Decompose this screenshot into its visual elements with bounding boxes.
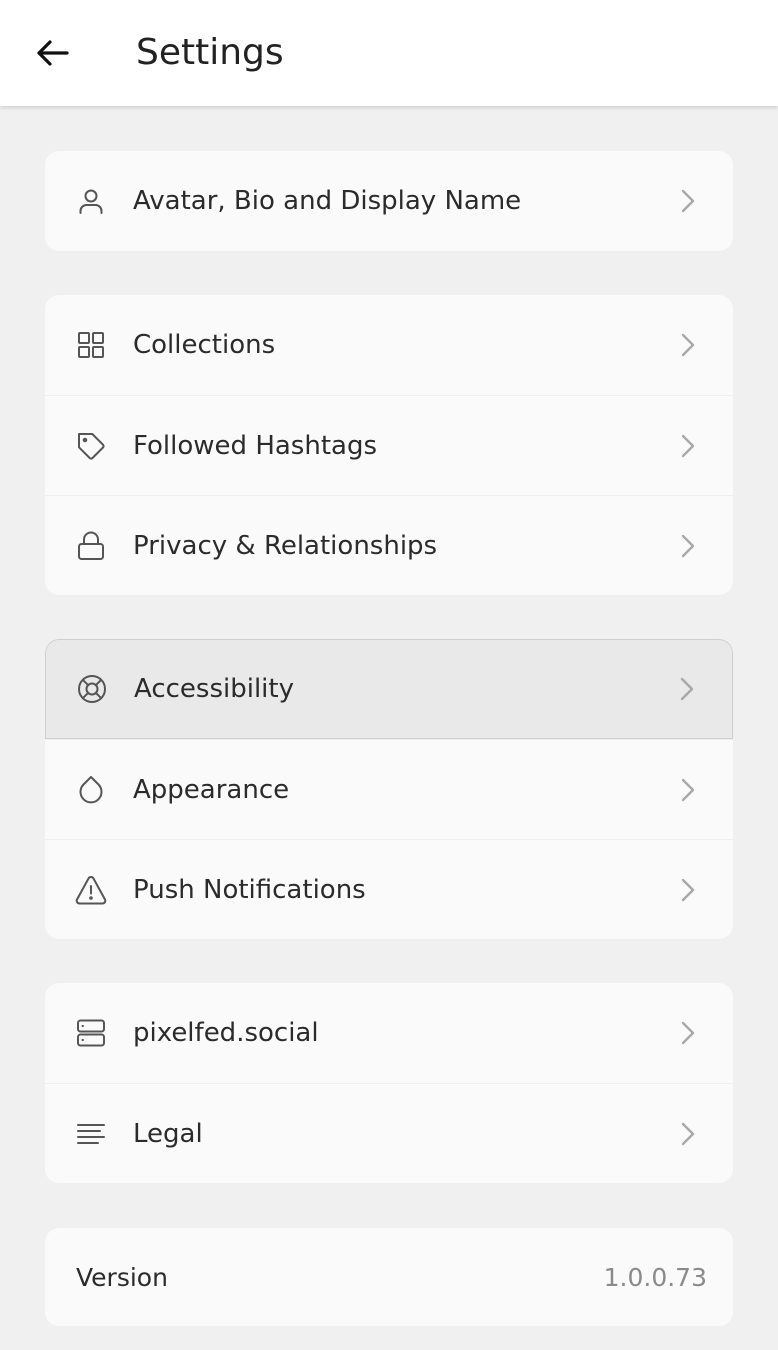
- settings-group-instance: pixelfed.social Legal: [45, 983, 733, 1183]
- app-header: Settings: [0, 0, 778, 106]
- grid-icon: [75, 329, 107, 361]
- settings-item-label: Appearance: [133, 774, 290, 805]
- settings-item-legal[interactable]: Legal: [45, 1083, 733, 1183]
- page-title: Settings: [136, 32, 284, 73]
- settings-item-followed-hashtags[interactable]: Followed Hashtags: [45, 395, 733, 495]
- arrow-left-icon: [36, 39, 70, 67]
- chevron-right-icon: [679, 331, 697, 359]
- settings-item-avatar-bio-display-name[interactable]: Avatar, Bio and Display Name: [45, 151, 733, 251]
- settings-item-privacy-relationships[interactable]: Privacy & Relationships: [45, 495, 733, 595]
- settings-group-content: Collections Followed Hashtags Privacy & …: [45, 295, 733, 595]
- settings-item-label: Legal: [133, 1118, 203, 1149]
- text-lines-icon: [75, 1118, 107, 1150]
- settings-group-display: Accessibility Appearance Push Notificati…: [45, 639, 733, 939]
- chevron-right-icon: [678, 675, 696, 703]
- version-label: Version: [76, 1262, 168, 1292]
- settings-item-appearance[interactable]: Appearance: [45, 739, 733, 839]
- settings-item-label: Followed Hashtags: [133, 430, 378, 461]
- chevron-right-icon: [679, 876, 697, 904]
- settings-item-label: Accessibility: [134, 674, 294, 704]
- server-icon: [75, 1017, 107, 1049]
- version-card: Version 1.0.0.73: [45, 1228, 733, 1326]
- settings-item-push-notifications[interactable]: Push Notifications: [45, 839, 733, 939]
- settings-group-profile: Avatar, Bio and Display Name: [45, 151, 733, 251]
- version-row: Version 1.0.0.73: [45, 1228, 733, 1326]
- settings-item-label: Privacy & Relationships: [133, 530, 438, 561]
- alert-triangle-icon: [75, 874, 107, 906]
- version-value: 1.0.0.73: [603, 1262, 707, 1292]
- settings-item-label: Avatar, Bio and Display Name: [133, 186, 522, 216]
- chevron-right-icon: [679, 187, 697, 215]
- chevron-right-icon: [679, 432, 697, 460]
- lock-icon: [75, 530, 107, 562]
- chevron-right-icon: [679, 532, 697, 560]
- lifebuoy-icon: [76, 673, 108, 705]
- settings-item-label: pixelfed.social: [133, 1018, 319, 1048]
- user-icon: [75, 185, 107, 217]
- chevron-right-icon: [679, 1120, 697, 1148]
- chevron-right-icon: [679, 776, 697, 804]
- settings-item-label: Push Notifications: [133, 874, 366, 905]
- settings-item-label: Collections: [133, 330, 276, 360]
- settings-item-instance-server[interactable]: pixelfed.social: [45, 983, 733, 1083]
- settings-item-accessibility[interactable]: Accessibility: [45, 639, 733, 739]
- back-button[interactable]: [28, 30, 78, 76]
- chevron-right-icon: [679, 1019, 697, 1047]
- settings-item-collections[interactable]: Collections: [45, 295, 733, 395]
- tag-icon: [75, 430, 107, 462]
- droplet-icon: [75, 774, 107, 806]
